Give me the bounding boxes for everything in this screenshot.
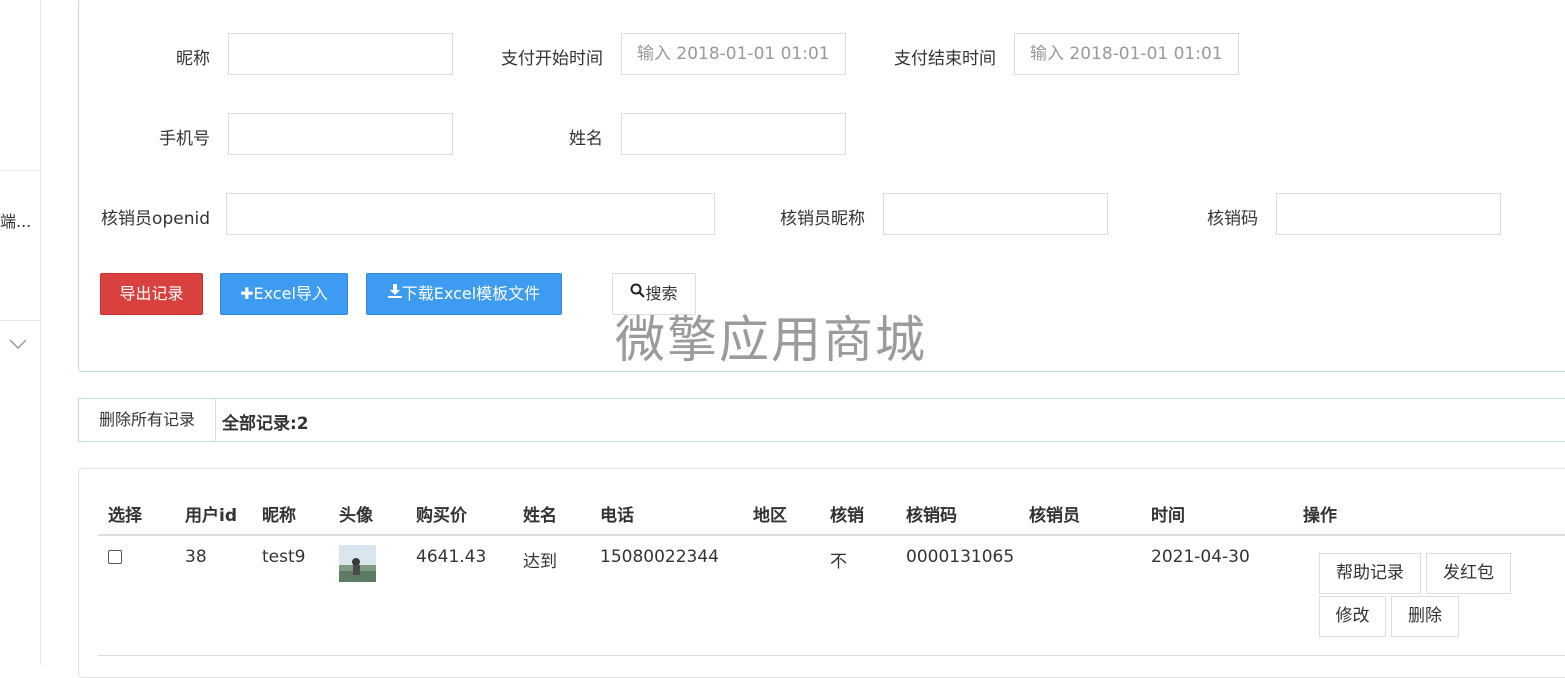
cell-price: 4641.43 [416, 547, 487, 567]
phone-input[interactable] [228, 113, 453, 155]
sidebar-divider [0, 170, 40, 171]
watermark: 微擎应用商城 [615, 311, 927, 369]
verifier-openid-input[interactable] [226, 193, 715, 235]
th-code: 核销码 [906, 506, 957, 526]
delete-all-button[interactable]: 删除所有记录 [79, 399, 216, 441]
th-verified: 核销 [830, 506, 864, 526]
th-verifier: 核销员 [1029, 506, 1080, 526]
th-phone: 电话 [600, 506, 634, 526]
sidebar-item-truncated[interactable]: 端... [0, 208, 31, 232]
verifier-openid-label: 核销员openid [101, 209, 210, 229]
th-time: 时间 [1151, 506, 1185, 526]
cell-nickname: test9 [262, 547, 306, 567]
pay-end-input[interactable] [1014, 33, 1239, 75]
verify-code-input[interactable] [1276, 193, 1501, 235]
nickname-input[interactable] [228, 33, 453, 75]
row-checkbox[interactable] [108, 550, 122, 564]
pay-start-input[interactable] [621, 33, 846, 75]
sidebar [0, 0, 41, 665]
th-select: 选择 [108, 506, 142, 526]
nickname-label: 昵称 [176, 49, 210, 69]
cell-phone: 15080022344 [600, 547, 719, 567]
phone-label: 手机号 [159, 129, 210, 149]
table-header-divider [98, 534, 1565, 536]
chevron-down-icon[interactable] [8, 338, 28, 354]
table-row-divider [98, 655, 1565, 656]
download-template-label: 下载Excel模板文件 [401, 284, 541, 303]
th-name: 姓名 [523, 506, 557, 526]
th-nickname: 昵称 [262, 506, 296, 526]
send-red-packet-button[interactable]: 发红包 [1426, 553, 1511, 594]
cell-verified: 不 [830, 552, 847, 572]
cell-code: 0000131065 [906, 547, 1015, 567]
th-region: 地区 [753, 506, 787, 526]
sidebar-divider [0, 320, 40, 321]
cell-user-id: 38 [185, 547, 207, 567]
th-ops: 操作 [1303, 506, 1337, 526]
pay-end-label: 支付结束时间 [894, 49, 996, 69]
verifier-nickname-label: 核销员昵称 [780, 209, 865, 229]
total-records: 全部记录:2 [222, 414, 309, 434]
export-button-label: 导出记录 [119, 284, 184, 303]
pay-start-label: 支付开始时间 [501, 49, 603, 69]
verify-code-label: 核销码 [1207, 209, 1258, 229]
download-icon [387, 273, 402, 313]
help-record-button[interactable]: 帮助记录 [1319, 553, 1421, 594]
download-template-button[interactable]: 下载Excel模板文件 [366, 273, 562, 315]
th-user-id: 用户id [185, 506, 237, 526]
cell-name: 达到 [523, 552, 557, 572]
name-input[interactable] [621, 113, 846, 155]
th-price: 购买价 [416, 506, 467, 526]
th-avatar: 头像 [339, 506, 373, 526]
cell-time: 2021-04-30 [1151, 547, 1250, 567]
verifier-nickname-input[interactable] [883, 193, 1108, 235]
excel-import-label: Excel导入 [253, 284, 328, 303]
plus-icon: ✚ [240, 284, 254, 303]
edit-button[interactable]: 修改 [1319, 596, 1386, 637]
excel-import-button[interactable]: ✚Excel导入 [220, 273, 348, 315]
export-button[interactable]: 导出记录 [100, 273, 203, 315]
delete-button[interactable]: 删除 [1391, 596, 1459, 637]
name-label: 姓名 [569, 129, 603, 149]
avatar [339, 545, 376, 582]
